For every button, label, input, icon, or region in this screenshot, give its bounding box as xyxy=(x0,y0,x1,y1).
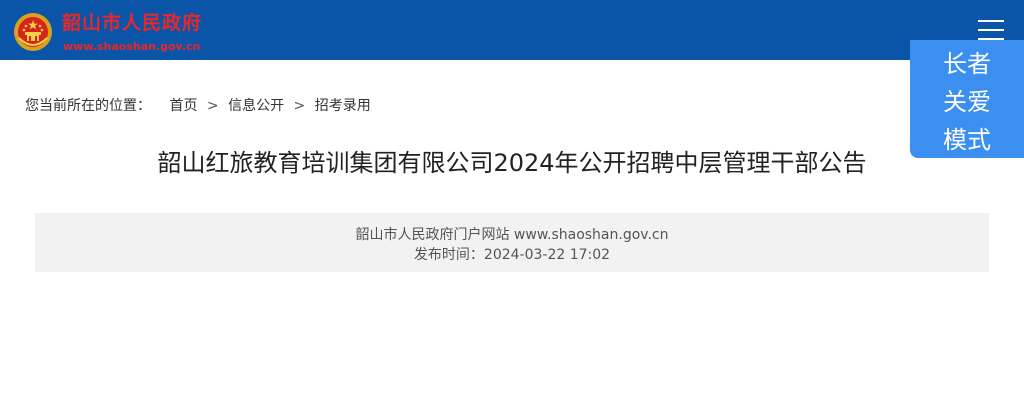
hamburger-menu-icon[interactable] xyxy=(978,18,1004,42)
care-mode-button[interactable]: 长者 关爱 模式 xyxy=(910,40,1024,158)
site-name[interactable]: 韶山市人民政府 xyxy=(62,11,202,35)
breadcrumb-separator: > xyxy=(293,98,306,114)
site-url[interactable]: www.shaoshan.gov.cn xyxy=(63,40,200,54)
care-mode-line: 长者 xyxy=(943,50,991,78)
breadcrumb: 您当前所在的位置： 首页 > 信息公开 > 招考录用 xyxy=(25,97,371,115)
breadcrumb-link-home[interactable]: 首页 xyxy=(169,98,197,114)
article-title: 韶山红旅教育培训集团有限公司2024年公开招聘中层管理干部公告 xyxy=(157,149,867,177)
breadcrumb-link-info-disclosure[interactable]: 信息公开 xyxy=(228,98,284,114)
national-emblem-icon[interactable] xyxy=(13,12,53,52)
site-header: 韶山市人民政府 www.shaoshan.gov.cn xyxy=(0,0,1024,60)
breadcrumb-separator: > xyxy=(206,98,219,114)
article-meta-box: 韶山市人民政府门户网站 www.shaoshan.gov.cn 发布时间：202… xyxy=(35,213,989,272)
care-mode-line: 关爱 xyxy=(943,88,991,116)
breadcrumb-prefix: 您当前所在的位置： xyxy=(25,98,151,114)
article-source: 韶山市人民政府门户网站 www.shaoshan.gov.cn xyxy=(355,227,669,243)
article-publish-time: 发布时间：2024-03-22 17:02 xyxy=(413,247,611,263)
breadcrumb-link-recruitment[interactable]: 招考录用 xyxy=(315,98,371,114)
